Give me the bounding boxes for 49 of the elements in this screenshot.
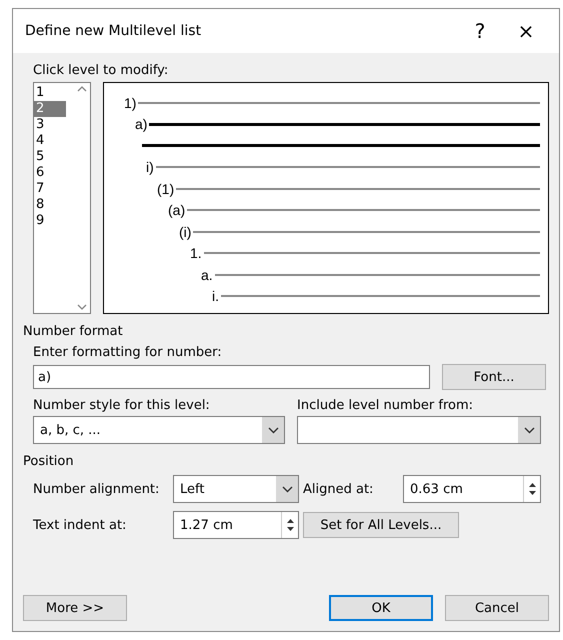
- aligned-at-spinner[interactable]: 0.63 cm: [403, 475, 541, 503]
- field-label: Include level number from:: [297, 398, 474, 413]
- level-number: i): [146, 159, 154, 175]
- level-item[interactable]: 2: [34, 101, 66, 117]
- chevron-down-icon: [282, 486, 292, 492]
- levels-label: Click level to modify:: [33, 63, 168, 78]
- window-title: Define new Multilevel list: [25, 23, 202, 39]
- field-label: Number alignment:: [33, 482, 160, 496]
- level-item[interactable]: 3: [34, 117, 66, 133]
- spinner-icon[interactable]: [528, 481, 536, 497]
- indent-spinner[interactable]: 1.27 cm: [173, 511, 299, 539]
- level-number: (1): [157, 180, 174, 196]
- chevron-down-icon[interactable]: [77, 303, 87, 311]
- level-item[interactable]: 4: [34, 133, 66, 149]
- level-number: (a): [168, 202, 186, 218]
- include-level-dropdown[interactable]: [297, 416, 541, 444]
- number-style-dropdown[interactable]: a, b, c, ...: [33, 416, 285, 444]
- font-button[interactable]: Font...: [442, 364, 546, 390]
- level-item[interactable]: 7: [34, 181, 66, 197]
- set-all-levels-button[interactable]: Set for All Levels...: [303, 512, 459, 538]
- level-number: a.: [201, 266, 213, 282]
- format-field[interactable]: a): [33, 365, 430, 389]
- field-label: Enter formatting for number:: [33, 345, 222, 360]
- chevron-down-icon: [268, 426, 278, 434]
- level-item[interactable]: 9: [34, 213, 66, 229]
- level-number: 1.: [190, 245, 202, 261]
- alignment-dropdown[interactable]: Left: [173, 475, 299, 503]
- field-label: Text indent at:: [33, 518, 128, 532]
- dialog-button[interactable]: More >>: [23, 595, 127, 621]
- close-button[interactable]: ×: [503, 13, 549, 49]
- level-number: i.: [212, 288, 219, 304]
- field-label: Number style for this level:: [33, 398, 211, 413]
- spinner-icon[interactable]: [286, 517, 294, 533]
- chevron-up-icon[interactable]: [77, 85, 87, 93]
- dialog-button[interactable]: OK: [329, 595, 433, 621]
- level-number: (i): [179, 224, 192, 240]
- section-heading: Position: [23, 454, 75, 469]
- level-item[interactable]: 8: [34, 197, 66, 213]
- level-number: a): [135, 116, 148, 132]
- dialog-button[interactable]: Cancel: [445, 595, 549, 621]
- chevron-down-icon: [524, 426, 534, 434]
- field-label: Aligned at:: [303, 482, 374, 496]
- section-heading: Number format: [23, 324, 124, 339]
- level-item[interactable]: 1: [34, 85, 66, 101]
- level-item[interactable]: 5: [34, 149, 66, 165]
- help-button[interactable]: ?: [457, 13, 503, 49]
- level-list[interactable]: 1 2 3 4 5 6 7 8 9: [33, 82, 91, 314]
- level-item[interactable]: 6: [34, 165, 66, 181]
- level-number: 1): [124, 94, 136, 110]
